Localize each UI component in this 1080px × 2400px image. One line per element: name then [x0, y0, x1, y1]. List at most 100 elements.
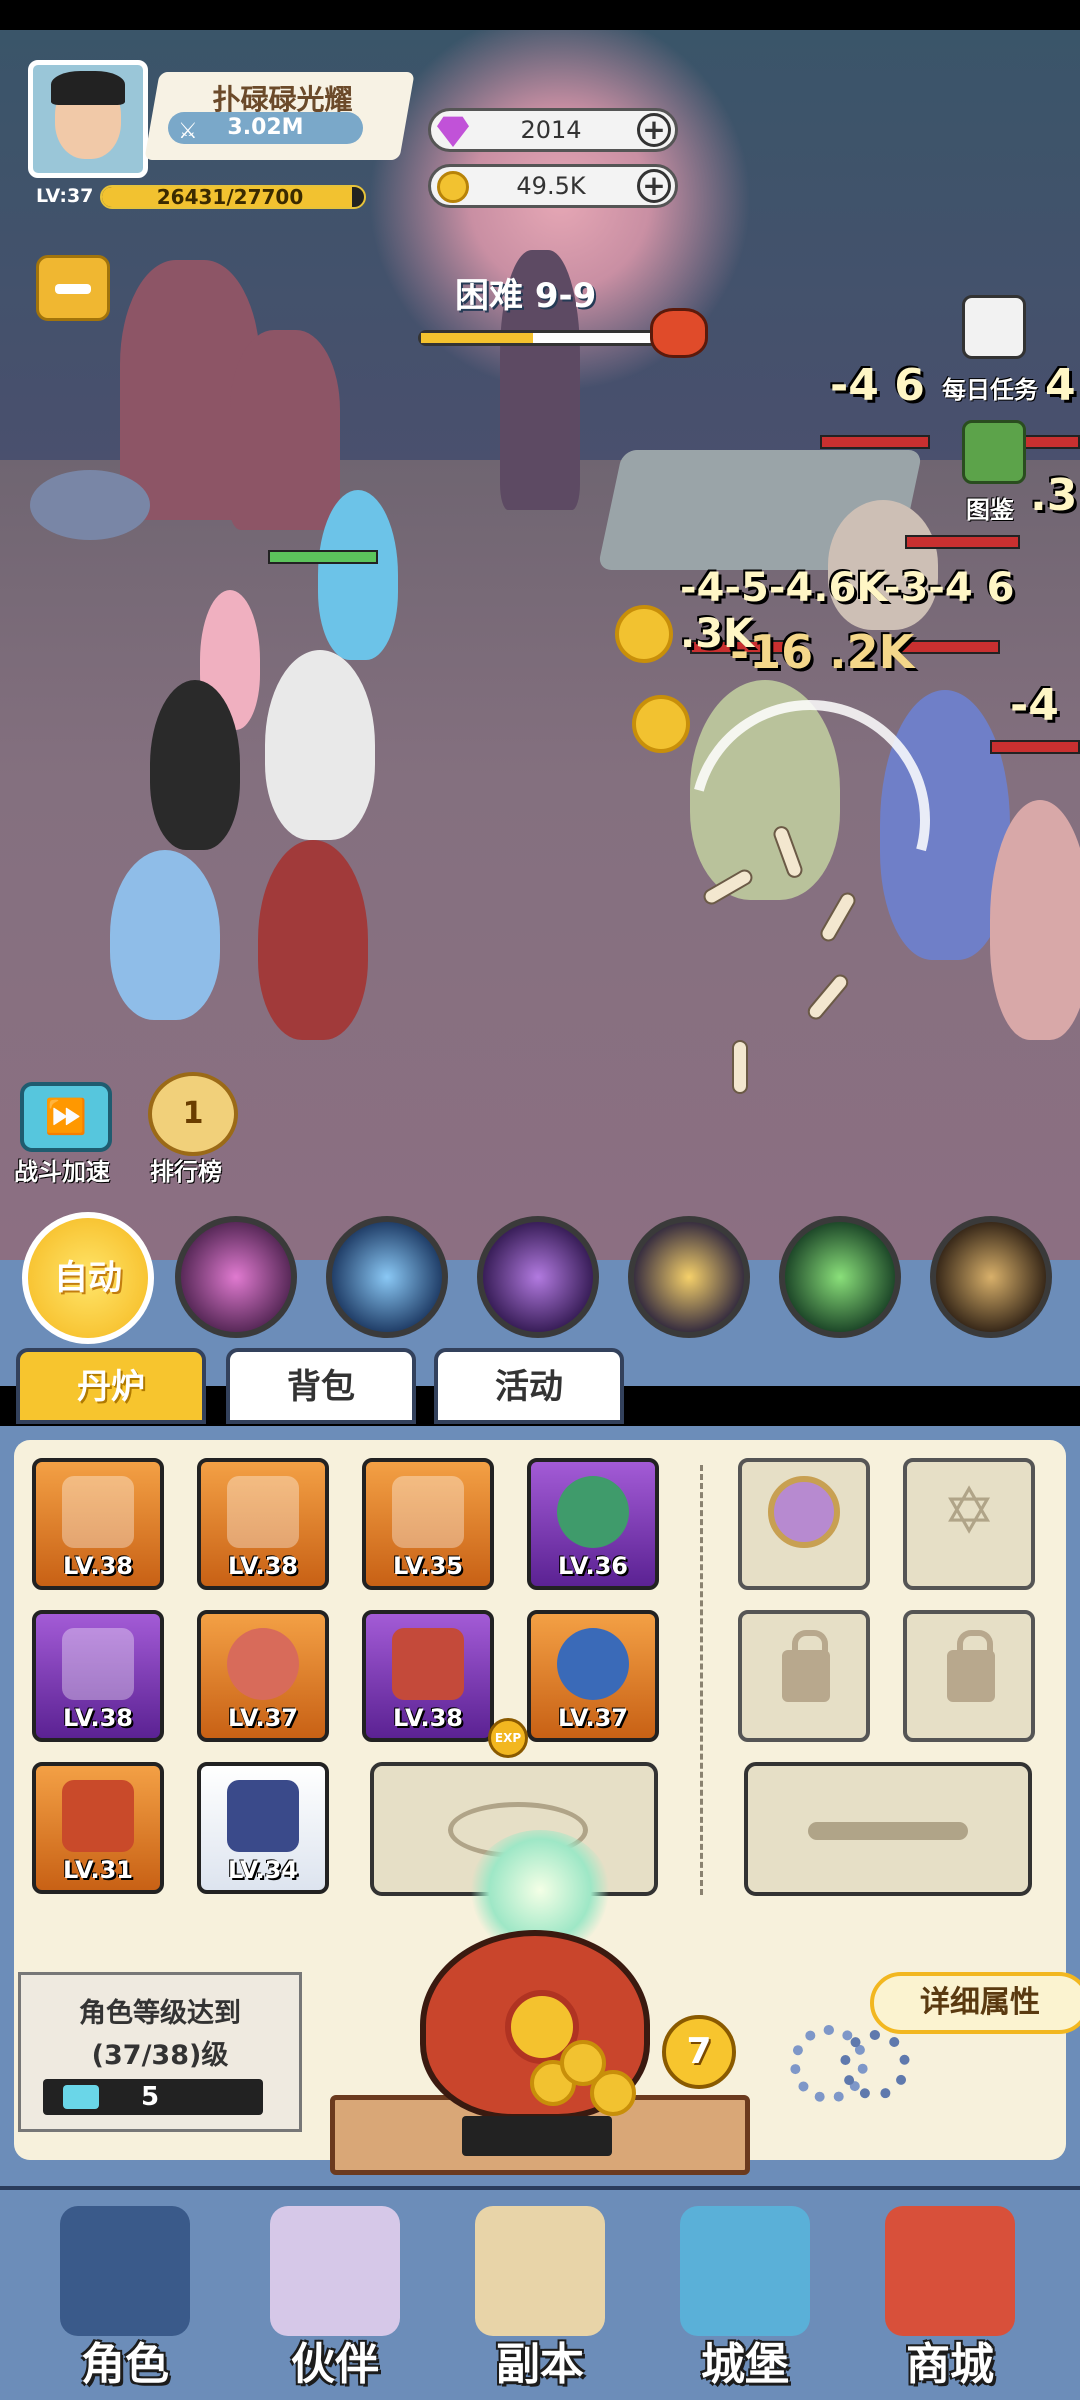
hero-red-hair-warrior — [258, 840, 368, 1040]
bead-whip-icon — [392, 1628, 464, 1700]
earth-skill-icon[interactable] — [930, 1216, 1052, 1338]
blade-icon — [62, 1628, 134, 1700]
coin-value: 49.5K — [516, 172, 586, 200]
nav-label: 城堡 — [701, 2339, 789, 2390]
equipment-slot-amulet[interactable]: LV.37 — [527, 1610, 659, 1742]
exp-flame-badge: EXP — [488, 1718, 528, 1758]
stage-progress-fill — [421, 333, 534, 343]
nav-label: 角色 — [81, 2339, 169, 2390]
equipment-slot-whip[interactable]: LV.38 — [362, 1610, 494, 1742]
add-coin-button[interactable]: + — [637, 169, 671, 203]
fast-forward-icon: ⏩ — [44, 1097, 88, 1137]
ranking-podium-icon: 1 — [182, 1096, 204, 1131]
equipment-slot-claw[interactable]: LV.31 — [32, 1762, 164, 1894]
gem-value: 2014 — [520, 116, 582, 144]
ranking-button[interactable]: 1 — [148, 1072, 238, 1156]
codex-book-button[interactable] — [962, 420, 1026, 484]
panel-divider — [700, 1465, 703, 1895]
claw-icon — [62, 1780, 134, 1852]
tab-events[interactable]: 活动 — [434, 1348, 624, 1424]
equipment-level: LV.34 — [228, 1856, 298, 1884]
nav-shop[interactable]: 商城 — [855, 2196, 1045, 2396]
requirement-line-2: (37/38)级 — [91, 2040, 229, 2071]
boss-icon — [650, 308, 708, 358]
equipment-level: LV.38 — [393, 1704, 463, 1732]
damage-number: .3 — [1030, 470, 1078, 521]
tab-furnace[interactable]: 丹炉 — [16, 1348, 206, 1424]
amulet-icon — [557, 1628, 629, 1700]
sword-icon — [62, 1476, 134, 1548]
coin-drop-icon — [632, 695, 690, 753]
ticket-count: 5 — [141, 2082, 160, 2112]
armor-icon — [392, 1476, 464, 1548]
equipment-slot-shield[interactable]: LV.37 — [197, 1610, 329, 1742]
detail-attributes-button[interactable]: 详细属性 — [870, 1972, 1080, 2034]
enemy-health-bar — [820, 435, 930, 449]
lock-icon — [947, 1630, 995, 1702]
equipment-slot-sword[interactable]: LV.38 — [32, 1458, 164, 1590]
equipment-slot-boots[interactable]: LV.34 — [197, 1762, 329, 1894]
ranking-label: 排行榜 — [150, 1158, 222, 1186]
equipment-slot-armor[interactable]: LV.35 — [362, 1458, 494, 1590]
locked-slot[interactable] — [738, 1610, 870, 1742]
equipment-level: LV.38 — [228, 1552, 298, 1580]
shadow-skill-icon[interactable] — [477, 1216, 599, 1338]
dungeon-scroll-icon — [475, 2206, 605, 2336]
nav-label: 伙伴 — [291, 2339, 379, 2390]
nav-castle[interactable]: 城堡 — [650, 2196, 840, 2396]
boulder — [30, 470, 150, 540]
battle-speed-button[interactable]: ⏩ — [20, 1082, 112, 1152]
equipment-level: LV.38 — [63, 1704, 133, 1732]
damage-number: -16 .2K — [730, 625, 915, 679]
minus-icon — [55, 284, 91, 294]
tab-backpack[interactable]: 背包 — [226, 1348, 416, 1424]
auto-battle-button[interactable]: 自动 — [22, 1212, 154, 1344]
equipment-slot-cloak[interactable]: LV.38 — [197, 1458, 329, 1590]
nav-character[interactable]: 角色 — [30, 2196, 220, 2396]
damage-number: -4 — [1010, 680, 1059, 731]
coin-icon — [437, 171, 469, 203]
exp-text: 26431/27700 — [156, 185, 304, 209]
nav-label: 副本 — [496, 2339, 584, 2390]
stage-progress-bar — [418, 330, 658, 346]
sword-icon: ⚔ — [178, 119, 198, 144]
spirit-skill-icon[interactable] — [326, 1216, 448, 1338]
collapse-button[interactable] — [36, 255, 110, 321]
coin-pile-icon — [590, 2070, 636, 2116]
jade-orb-icon — [557, 1476, 629, 1548]
weapon-artifact-slot[interactable] — [744, 1762, 1032, 1896]
thunder-skill-icon[interactable] — [628, 1216, 750, 1338]
hexagram-icon: ✡ — [942, 1475, 996, 1549]
artifact-slot-hexagram[interactable]: ✡ — [903, 1458, 1035, 1590]
locked-slot[interactable] — [903, 1610, 1035, 1742]
equipment-slot-blade[interactable]: LV.38 — [32, 1610, 164, 1742]
vortex-skill-icon[interactable] — [175, 1216, 297, 1338]
boots-icon — [227, 1780, 299, 1852]
equipment-level: LV.37 — [228, 1704, 298, 1732]
wind-skill-icon[interactable] — [779, 1216, 901, 1338]
hero-blue-cat — [110, 850, 220, 1020]
settings-gear-icon[interactable] — [840, 2030, 910, 2100]
ticket-icon — [63, 2085, 99, 2109]
coin-counter: 49.5K + — [428, 164, 678, 208]
character-portrait-icon — [60, 2206, 190, 2336]
battle-speed-label: 战斗加速 — [14, 1158, 110, 1186]
enemy-health-bar — [905, 535, 1020, 549]
nav-partner[interactable]: 伙伴 — [240, 2196, 430, 2396]
player-avatar[interactable] — [28, 60, 148, 178]
combat-power-badge: ⚔ 3.02M — [168, 112, 363, 144]
furnace-level-badge: 7 — [662, 2015, 736, 2089]
nav-dungeon[interactable]: 副本 — [445, 2196, 635, 2396]
artifact-slot-mirror[interactable] — [738, 1458, 870, 1590]
equipment-slot-orb[interactable]: LV.36 — [527, 1458, 659, 1590]
player-level: LV:37 — [36, 185, 94, 207]
enemy-red-robe-monster — [990, 800, 1080, 1040]
requirement-line-1: 角色等级达到 — [79, 1998, 241, 2029]
bone-drop-icon — [732, 1040, 748, 1094]
shield-icon — [227, 1628, 299, 1700]
equipment-level: LV.36 — [558, 1552, 628, 1580]
daily-tasks-button[interactable] — [962, 295, 1026, 359]
add-gem-button[interactable]: + — [637, 113, 671, 147]
equipment-level: LV.37 — [558, 1704, 628, 1732]
hero-health-bar — [268, 550, 378, 564]
